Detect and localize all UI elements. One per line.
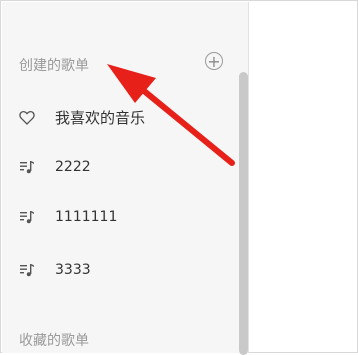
sidebar-item-playlist-3333[interactable]: 3333 bbox=[19, 258, 91, 282]
scrollbar-thumb[interactable] bbox=[239, 72, 248, 355]
sidebar-item-label: 2222 bbox=[55, 159, 91, 175]
sidebar-item-label: 3333 bbox=[55, 262, 91, 278]
sidebar-item-label: 1111111 bbox=[55, 209, 118, 225]
playlist-icon bbox=[19, 262, 35, 278]
sidebar-item-liked-music[interactable]: 我喜欢的音乐 bbox=[19, 105, 145, 129]
app-window: 创建的歌单 + 我喜欢的音乐 2222 1111111 3333 收藏的歌单 bbox=[0, 0, 358, 355]
heart-icon bbox=[19, 109, 35, 125]
collected-playlists-title: 收藏的歌单 bbox=[19, 333, 89, 349]
sidebar-scrollbar[interactable] bbox=[239, 72, 249, 355]
sidebar-item-playlist-1111111[interactable]: 1111111 bbox=[19, 205, 117, 229]
create-playlist-button[interactable]: + bbox=[205, 52, 223, 70]
sidebar-item-label: 我喜欢的音乐 bbox=[55, 108, 146, 127]
sidebar-item-playlist-2222[interactable]: 2222 bbox=[19, 155, 91, 179]
playlist-sidebar: 创建的歌单 + 我喜欢的音乐 2222 1111111 3333 收藏的歌单 bbox=[2, 2, 249, 355]
main-content-area bbox=[249, 1, 357, 352]
created-playlists-title: 创建的歌单 bbox=[19, 58, 89, 74]
plus-circle-icon: + bbox=[207, 52, 221, 71]
playlist-icon bbox=[19, 209, 35, 225]
playlist-icon bbox=[19, 159, 35, 175]
